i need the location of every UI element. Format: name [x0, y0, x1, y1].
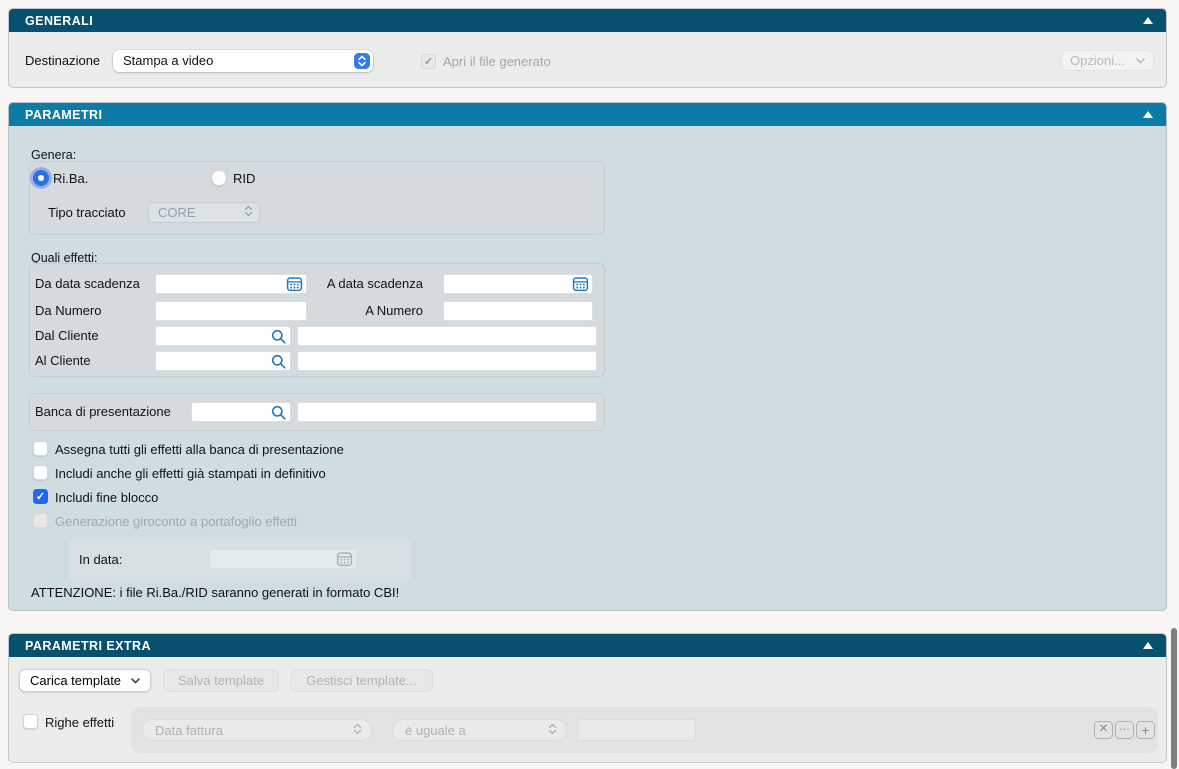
- select-stepper-icon: [354, 53, 370, 69]
- rid-radio[interactable]: [211, 170, 227, 186]
- destinazione-select[interactable]: Stampa a video: [113, 50, 373, 72]
- destinazione-label: Destinazione: [25, 53, 100, 69]
- opzioni-button-label: Opzioni...: [1070, 53, 1125, 68]
- salva-template-button[interactable]: Salva template: [163, 669, 279, 692]
- gestisci-template-button[interactable]: Gestisci template...: [290, 669, 433, 692]
- vertical-scrollbar[interactable]: [1171, 628, 1177, 769]
- giroconto-label: Generazione giroconto a portafoglio effe…: [55, 514, 297, 530]
- riba-radio-label: Ri.Ba.: [53, 171, 88, 187]
- chevron-down-icon: [131, 678, 140, 684]
- filter-value-input[interactable]: [577, 719, 696, 741]
- filter-operator-value: è uguale a: [405, 723, 466, 738]
- carica-template-dropdown[interactable]: Carica template: [19, 669, 151, 692]
- banca-label: Banca di presentazione: [35, 404, 171, 420]
- panel-parametri-title: PARAMETRI: [25, 108, 102, 122]
- salva-template-label: Salva template: [178, 673, 264, 688]
- da-numero-label: Da Numero: [35, 303, 101, 319]
- al-cliente-code-input[interactable]: [155, 351, 291, 371]
- apri-file-checkbox[interactable]: [421, 54, 436, 69]
- panel-generali-title: GENERALI: [25, 14, 93, 28]
- filter-field-value: Data fattura: [155, 723, 223, 738]
- tipo-tracciato-select[interactable]: CORE: [148, 202, 260, 223]
- tipo-tracciato-value: CORE: [158, 203, 196, 222]
- a-numero-input[interactable]: [443, 301, 593, 321]
- a-numero-label: A Numero: [289, 303, 423, 319]
- al-cliente-name-input[interactable]: [297, 351, 597, 371]
- filter-row: Data fattura è uguale a ✕ … +: [131, 707, 1158, 753]
- cbi-warning-text: ATTENZIONE: i file Ri.Ba./RID saranno ge…: [31, 585, 399, 600]
- a-data-scadenza-input[interactable]: [443, 274, 593, 294]
- panel-parametri-extra-header[interactable]: PARAMETRI EXTRA: [9, 634, 1166, 657]
- search-icon[interactable]: [271, 354, 287, 375]
- da-data-scadenza-input[interactable]: [155, 274, 307, 294]
- righe-effetti-label: Righe effetti: [45, 715, 114, 731]
- destinazione-select-value: Stampa a video: [123, 53, 213, 68]
- collapse-arrow-icon[interactable]: [1143, 17, 1153, 24]
- da-numero-input[interactable]: [155, 301, 307, 321]
- panel-parametri-extra-title: PARAMETRI EXTRA: [25, 639, 151, 653]
- filter-operator-select[interactable]: è uguale a: [392, 719, 567, 741]
- filter-remove-button[interactable]: ✕: [1094, 721, 1113, 739]
- calendar-icon: [336, 551, 353, 572]
- in-data-inset: In data:: [69, 539, 411, 581]
- panel-generali-header[interactable]: GENERALI: [9, 9, 1166, 32]
- panel-parametri-header[interactable]: PARAMETRI: [9, 103, 1166, 126]
- filter-add-button[interactable]: +: [1136, 721, 1155, 739]
- apri-file-label: Apri il file generato: [443, 54, 551, 70]
- tipo-tracciato-label: Tipo tracciato: [48, 205, 126, 221]
- collapse-arrow-icon[interactable]: [1143, 111, 1153, 118]
- righe-effetti-checkbox[interactable]: [23, 714, 38, 729]
- dal-cliente-label: Dal Cliente: [35, 328, 99, 344]
- da-data-scadenza-label: Da data scadenza: [35, 276, 140, 292]
- in-data-input[interactable]: [209, 549, 357, 569]
- includi-fine-blocco-label: Includi fine blocco: [55, 490, 158, 506]
- search-icon[interactable]: [271, 329, 287, 350]
- panel-parametri: PARAMETRI Genera: Ri.Ba. RID Tipo tracci…: [8, 102, 1167, 611]
- assegna-banca-label: Assegna tutti gli effetti alla banca di …: [55, 442, 344, 458]
- search-icon[interactable]: [271, 405, 287, 426]
- panel-generali: GENERALI Destinazione Stampa a video Apr…: [8, 8, 1167, 88]
- select-stepper-icon: [244, 203, 253, 222]
- genera-groupbox: [29, 161, 605, 235]
- ellipsis-icon: …: [1119, 722, 1131, 734]
- collapse-arrow-icon[interactable]: [1143, 642, 1153, 649]
- assegna-banca-checkbox[interactable]: [33, 441, 48, 456]
- dal-cliente-name-input[interactable]: [297, 326, 597, 346]
- includi-fine-blocco-checkbox[interactable]: [33, 489, 48, 504]
- filter-field-select[interactable]: Data fattura: [142, 719, 372, 741]
- in-data-label: In data:: [79, 552, 122, 568]
- calendar-icon[interactable]: [572, 276, 589, 297]
- panel-parametri-extra: PARAMETRI EXTRA Carica template Salva te…: [8, 633, 1167, 763]
- gestisci-template-label: Gestisci template...: [306, 673, 417, 688]
- al-cliente-label: Al Cliente: [35, 353, 91, 369]
- banca-name-input[interactable]: [297, 402, 597, 422]
- carica-template-label: Carica template: [30, 673, 121, 688]
- plus-icon: +: [1141, 723, 1149, 737]
- dal-cliente-code-input[interactable]: [155, 326, 291, 346]
- giroconto-checkbox[interactable]: [33, 513, 48, 528]
- a-data-scadenza-label: A data scadenza: [289, 276, 423, 292]
- banca-code-input[interactable]: [191, 402, 291, 422]
- filter-more-button[interactable]: …: [1115, 721, 1134, 739]
- opzioni-button[interactable]: Opzioni...: [1061, 50, 1154, 71]
- riba-radio[interactable]: [33, 170, 49, 186]
- rid-radio-label: RID: [233, 171, 255, 187]
- includi-stampati-label: Includi anche gli effetti già stampati i…: [55, 466, 326, 482]
- select-stepper-icon: [353, 723, 362, 738]
- chevron-down-icon: [1136, 58, 1145, 64]
- select-stepper-icon: [548, 723, 557, 738]
- x-icon: ✕: [1099, 724, 1109, 736]
- includi-stampati-checkbox[interactable]: [33, 465, 48, 480]
